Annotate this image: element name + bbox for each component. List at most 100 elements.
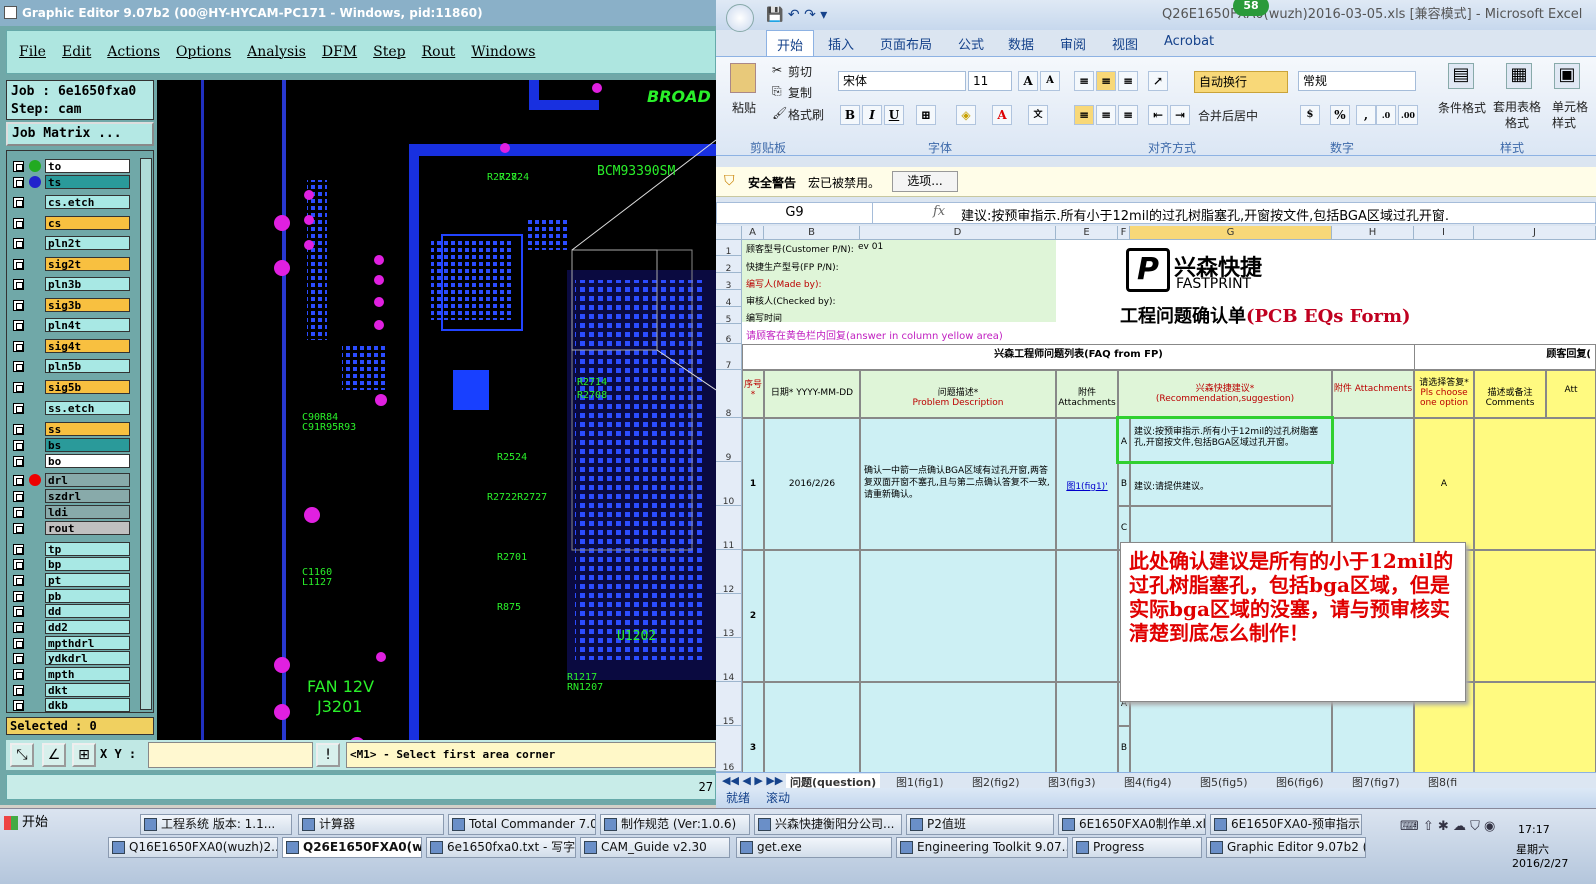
layer-row-dkb[interactable]: dkb: [11, 698, 131, 713]
layer-checkbox[interactable]: [13, 403, 24, 414]
layer-checkbox[interactable]: [13, 161, 24, 172]
decrease-decimal-icon[interactable]: .00: [1398, 105, 1418, 125]
menu-edit[interactable]: Edit: [62, 44, 91, 60]
row-header-12[interactable]: 12: [716, 550, 742, 595]
row1-date[interactable]: 2016/2/26: [764, 418, 860, 550]
security-options-button[interactable]: 选项...: [892, 171, 958, 192]
excel-title-bar[interactable]: 💾 ↶ ↷ ▾ Q26E1650FXA0(wuzh)2016-03-05.xls…: [716, 0, 1596, 32]
row-header-4[interactable]: 4: [716, 290, 742, 308]
layer-name[interactable]: sig5b: [45, 380, 130, 394]
row-header-6[interactable]: 6: [716, 324, 742, 345]
fx-icon[interactable]: fx: [933, 204, 945, 219]
layer-row-sig3b[interactable]: sig3b: [11, 298, 131, 313]
layer-row-sig4t[interactable]: sig4t: [11, 339, 131, 354]
layer-checkbox[interactable]: [13, 177, 24, 188]
taskbar-item-row1-2[interactable]: 计算器: [298, 814, 444, 835]
menu-rout[interactable]: Rout: [422, 44, 456, 60]
pcb-canvas[interactable]: R2728 R2724 R2722R2727 R2524 C90R84 C91R95R…: [157, 80, 716, 745]
underline-icon[interactable]: U: [884, 105, 904, 125]
taskbar-item-row2-1[interactable]: Q16E1650FXA0(wuzh)2...: [108, 837, 278, 858]
layer-checkbox[interactable]: [13, 523, 24, 534]
layer-name[interactable]: mpthdrl: [45, 636, 130, 650]
copy-icon[interactable]: ⎘: [772, 84, 782, 99]
row2-desc[interactable]: [860, 550, 1056, 682]
clock-time[interactable]: 17:17: [1518, 823, 1550, 836]
tab-data[interactable]: 数据: [1008, 34, 1034, 53]
tab-review[interactable]: 审阅: [1060, 34, 1086, 53]
copy-button[interactable]: 复制: [788, 84, 812, 101]
align-top-icon[interactable]: ≡: [1074, 71, 1094, 91]
merge-center-button[interactable]: 合并后居中: [1198, 107, 1258, 124]
layer-row-rout[interactable]: rout: [11, 521, 131, 536]
layer-name[interactable]: cs.etch: [45, 195, 130, 209]
start-button[interactable]: 开始: [0, 811, 60, 835]
row2-date[interactable]: [764, 550, 860, 682]
paste-icon[interactable]: [730, 63, 756, 93]
format-painter-icon[interactable]: 🖌: [772, 106, 787, 120]
layer-checkbox[interactable]: [13, 622, 24, 633]
taskbar-item-row2-6[interactable]: Engineering Toolkit 9.07...: [896, 837, 1068, 858]
layer-name[interactable]: drl: [45, 473, 130, 487]
row1-no[interactable]: 1: [742, 418, 764, 550]
layer-checkbox[interactable]: [13, 440, 24, 451]
layer-checkbox[interactable]: [13, 382, 24, 393]
row-header-8[interactable]: 8: [716, 370, 742, 419]
layer-checkbox[interactable]: [13, 218, 24, 229]
layer-row-cs[interactable]: cs: [11, 216, 131, 231]
format-table-button[interactable]: 套用表格格式: [1492, 99, 1542, 131]
layer-row-ldi[interactable]: ldi: [11, 505, 131, 520]
col-header-e[interactable]: E: [1056, 226, 1118, 240]
row1-choice[interactable]: A: [1414, 418, 1474, 550]
taskbar-item-row2-3[interactable]: 6e1650fxa0.txt - 写字板: [426, 837, 576, 858]
measure-icon[interactable]: ∠: [42, 743, 66, 767]
taskbar-item-row2-2[interactable]: Q26E1650FXA0(wuzh...: [282, 837, 422, 858]
currency-icon[interactable]: $: [1300, 105, 1320, 125]
comma-icon[interactable]: ,: [1356, 105, 1376, 125]
quick-access-icons[interactable]: 💾 ↶ ↷ ▾: [766, 0, 827, 30]
col-header-d[interactable]: D: [860, 226, 1056, 240]
cell-styles-icon[interactable]: ▣: [1554, 63, 1580, 89]
layer-name[interactable]: pln3b: [45, 277, 130, 291]
row-header-1[interactable]: 1: [716, 240, 742, 257]
layer-name[interactable]: bs: [45, 438, 130, 452]
layer-name[interactable]: pln5b: [45, 359, 130, 373]
row1-rec-b[interactable]: 建议:请提供建议。: [1130, 462, 1332, 506]
row3-date[interactable]: [764, 682, 860, 772]
row1-desc[interactable]: 确认一中箭一点确认BGA区域有过孔开窗,两答复双面开窗不塞孔,且与第二点确认答复…: [860, 418, 1056, 550]
taskbar-item-row1-8[interactable]: 6E1650FXA0-预审指示...: [1210, 814, 1362, 835]
layer-checkbox[interactable]: [13, 279, 24, 290]
layer-row-ydkdrl[interactable]: ydkdrl: [11, 651, 131, 666]
italic-icon[interactable]: I: [862, 105, 882, 125]
col-header-j[interactable]: J: [1474, 226, 1596, 240]
taskbar-item-row2-7[interactable]: Progress: [1072, 837, 1202, 858]
conditional-format-button[interactable]: 条件格式: [1438, 99, 1486, 116]
layer-checkbox[interactable]: [13, 475, 24, 486]
formula-input[interactable]: 建议:按预审指示.所有小于12mil的过孔树脂塞孔,开窗按文件,包括BGA区域过…: [961, 205, 1449, 224]
row-header-10[interactable]: 10: [716, 462, 742, 507]
layer-row-szdrl[interactable]: szdrl: [11, 489, 131, 504]
layer-checkbox[interactable]: [13, 361, 24, 372]
layer-name[interactable]: dkt: [45, 683, 130, 697]
row3-att[interactable]: [1056, 682, 1118, 772]
cut-button[interactable]: 剪切: [788, 63, 812, 80]
xy-input[interactable]: [148, 742, 313, 768]
row-header-5[interactable]: 5: [716, 307, 742, 325]
layer-checkbox[interactable]: [13, 591, 24, 602]
sheet-nav-icons[interactable]: ◀◀ ◀ ▶ ▶▶: [722, 774, 783, 787]
layer-name[interactable]: ldi: [45, 505, 130, 519]
layer-row-dd2[interactable]: dd2: [11, 620, 131, 635]
taskbar-item-row2-4[interactable]: CAM_Guide v2.30: [580, 837, 730, 858]
menu-windows[interactable]: Windows: [471, 44, 535, 60]
tab-acrobat[interactable]: Acrobat: [1164, 34, 1214, 49]
cell-styles-button[interactable]: 单元格样式: [1552, 99, 1592, 131]
menu-file[interactable]: File: [19, 44, 46, 60]
layer-name[interactable]: mpth: [45, 667, 130, 681]
worksheet-grid[interactable]: A B D E F G H I J 顾客型号(Customer P/N): ev…: [716, 226, 1596, 772]
layer-name[interactable]: ss: [45, 422, 130, 436]
increase-decimal-icon[interactable]: .0: [1376, 105, 1396, 125]
menu-dfm[interactable]: DFM: [322, 44, 357, 60]
job-matrix-button[interactable]: Job Matrix ...: [6, 122, 154, 146]
layer-row-sig2t[interactable]: sig2t: [11, 257, 131, 272]
align-bottom-icon[interactable]: ≡: [1118, 71, 1138, 91]
taskbar-item-row1-5[interactable]: 兴森快捷衡阳分公司...: [754, 814, 902, 835]
